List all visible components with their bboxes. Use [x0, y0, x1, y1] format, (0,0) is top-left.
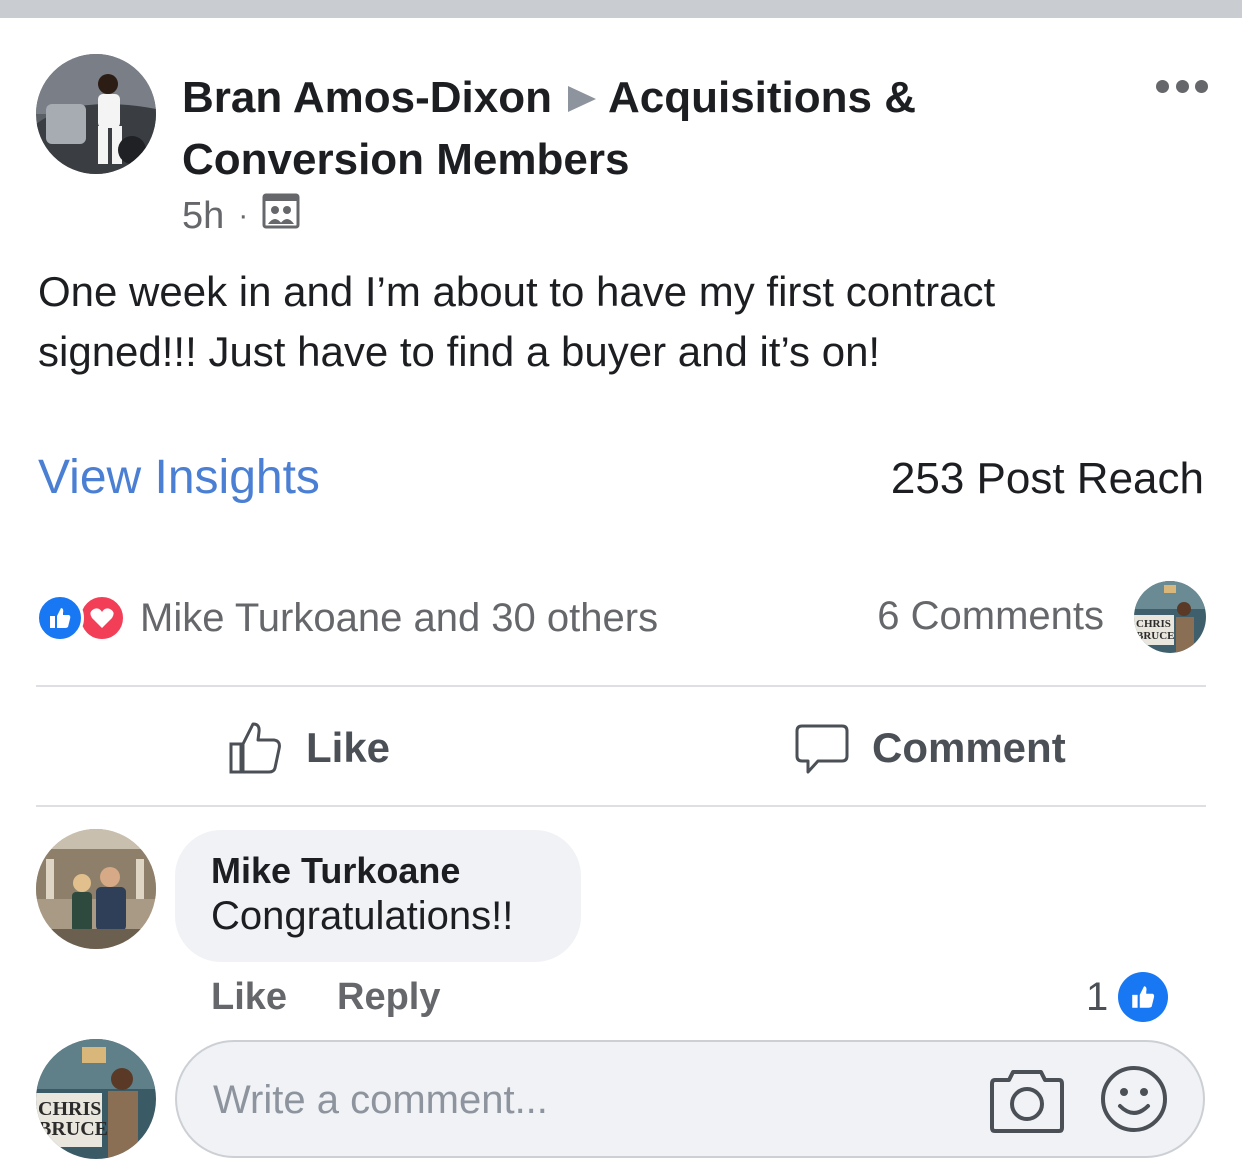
comment-like-count: 1: [1086, 974, 1109, 1019]
arrow-right-icon: [566, 70, 598, 130]
svg-text:BRUCE: BRUCE: [38, 1118, 108, 1140]
comment-author-name[interactable]: Mike Turkoane: [211, 850, 545, 892]
like-button-label: Like: [306, 724, 391, 771]
author-name-link[interactable]: Bran Amos-Dixon: [182, 73, 552, 122]
comment-input[interactable]: [211, 1066, 975, 1134]
comment-reaction-count[interactable]: 1: [1086, 972, 1169, 1022]
divider: [36, 685, 1206, 687]
like-reaction-icon: [1118, 972, 1169, 1022]
post-reach-count: 253 Post Reach: [890, 454, 1204, 503]
comment-button[interactable]: Comment: [794, 712, 1066, 784]
view-insights-link[interactable]: View Insights: [38, 450, 320, 505]
divider: [36, 805, 1206, 807]
top-separator-bar: [0, 0, 1242, 18]
comment-bubble[interactable]: Mike Turkoane Congratulations!!: [175, 830, 581, 962]
svg-text:CHRIS: CHRIS: [1136, 618, 1171, 630]
author-avatar[interactable]: [36, 54, 156, 174]
current-user-avatar: CHRIS BRUCE: [36, 1039, 156, 1159]
comment-text: Congratulations!!: [211, 894, 514, 938]
meta-separator: ·: [238, 199, 249, 232]
comment-button-label: Comment: [872, 724, 1066, 771]
emoji-icon[interactable]: [1099, 1064, 1169, 1139]
love-reaction-icon: [78, 594, 126, 642]
post-text-line: signed!!! Just have to find a buyer and …: [38, 328, 881, 375]
comment-reply-link[interactable]: Reply: [337, 976, 440, 1019]
svg-text:CHRIS: CHRIS: [38, 1098, 101, 1120]
comment-composer[interactable]: [175, 1040, 1205, 1158]
comment-bubble-icon: [795, 724, 849, 774]
svg-text:BRUCE: BRUCE: [1136, 630, 1175, 642]
more-dot-icon: [1195, 79, 1208, 93]
post-meta: 5h ·: [182, 193, 300, 239]
more-dot-icon: [1175, 79, 1189, 93]
more-dot-icon: [1156, 79, 1169, 93]
reactions-summary[interactable]: Mike Turkoane and 30 others: [36, 592, 658, 644]
post-body-text: One week in and I’m about to have my fir…: [38, 262, 1208, 382]
like-button[interactable]: Like: [228, 712, 390, 784]
group-audience-icon: [262, 193, 300, 239]
comments-count-link[interactable]: 6 Comments: [877, 594, 1104, 639]
commenter-avatar-small: CHRIS BRUCE: [1134, 581, 1206, 653]
more-options-button[interactable]: [1156, 76, 1208, 96]
comment-author-avatar[interactable]: [36, 829, 156, 949]
reactors-names: Mike Turkoane and 30 others: [140, 595, 659, 640]
post-timestamp[interactable]: 5h: [182, 195, 224, 238]
post-text-line: One week in and I’m about to have my fir…: [38, 268, 996, 315]
like-reaction-icon: [36, 594, 84, 642]
camera-icon[interactable]: [989, 1066, 1065, 1139]
comment-like-link[interactable]: Like: [211, 976, 287, 1019]
thumbs-up-icon: [229, 722, 281, 774]
post-header-title: Bran Amos-Dixon Acquisitions & Conversion …: [182, 68, 1082, 190]
